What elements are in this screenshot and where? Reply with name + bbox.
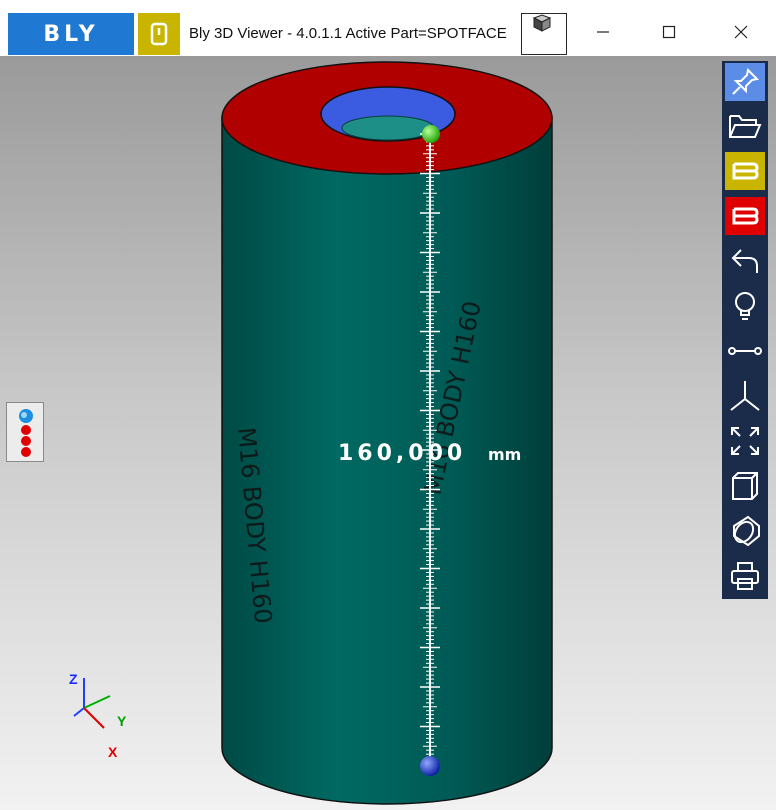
dots-icon xyxy=(19,409,33,457)
3d-viewport[interactable]: M16 BODY H160 M16 BODY H160 160,000 mm Z… xyxy=(0,56,776,810)
axis-x-label: X xyxy=(108,744,118,760)
fit-view-icon xyxy=(731,427,759,455)
axes-icon xyxy=(730,381,760,411)
open-folder-icon xyxy=(729,115,762,138)
right-toolbar xyxy=(722,61,768,599)
undo-button[interactable] xyxy=(725,242,765,280)
print-icon xyxy=(731,562,759,590)
minimize-button[interactable] xyxy=(580,12,626,52)
measurement-unit: mm xyxy=(488,445,521,464)
measure-distance-icon xyxy=(728,347,762,355)
view-cube-button[interactable] xyxy=(521,13,567,55)
maximize-button[interactable] xyxy=(646,12,692,52)
cube-icon xyxy=(532,14,552,32)
close-icon xyxy=(734,25,748,39)
measure-start-point[interactable] xyxy=(422,125,440,143)
minimize-icon xyxy=(597,31,609,33)
title-bar: BLY Bly 3D Viewer - 4.0.1.1 Active Part=… xyxy=(0,0,776,57)
close-button[interactable] xyxy=(718,12,764,52)
bly-logo-button[interactable]: BLY xyxy=(8,13,134,55)
axes-button[interactable] xyxy=(725,377,765,415)
measure-distance-button[interactable] xyxy=(725,332,765,370)
bly-red-button[interactable] xyxy=(725,197,765,235)
measurement-value: 160,000 xyxy=(338,441,466,466)
axis-z-label: Z xyxy=(69,671,78,687)
bly-yellow-button[interactable] xyxy=(725,152,765,190)
fit-view-button[interactable] xyxy=(725,422,765,460)
box-view-icon xyxy=(732,472,758,500)
lightbulb-icon xyxy=(735,292,755,320)
part-render: M16 BODY H160 M16 BODY H160 160,000 mm Z… xyxy=(69,61,553,805)
box-view-button[interactable] xyxy=(725,467,765,505)
pin-icon xyxy=(732,67,760,95)
maximize-icon xyxy=(662,25,676,39)
measure-end-point[interactable] xyxy=(420,756,440,776)
undo-icon xyxy=(731,249,758,273)
view-style-control[interactable] xyxy=(6,402,44,462)
axis-y-label: Y xyxy=(117,713,127,729)
lightbulb-button[interactable] xyxy=(725,287,765,325)
section-view-icon xyxy=(733,515,760,547)
print-button[interactable] xyxy=(725,557,765,595)
open-folder-button[interactable] xyxy=(725,107,765,145)
window-title: Bly 3D Viewer - 4.0.1.1 Active Part=SPOT… xyxy=(189,25,507,42)
section-view-button[interactable] xyxy=(725,512,765,550)
bly-yellow-icon xyxy=(732,162,759,180)
clipboard-button[interactable] xyxy=(138,13,180,55)
pin-button[interactable] xyxy=(725,63,765,101)
clip-icon xyxy=(150,22,168,46)
bly-red-icon xyxy=(732,207,759,225)
